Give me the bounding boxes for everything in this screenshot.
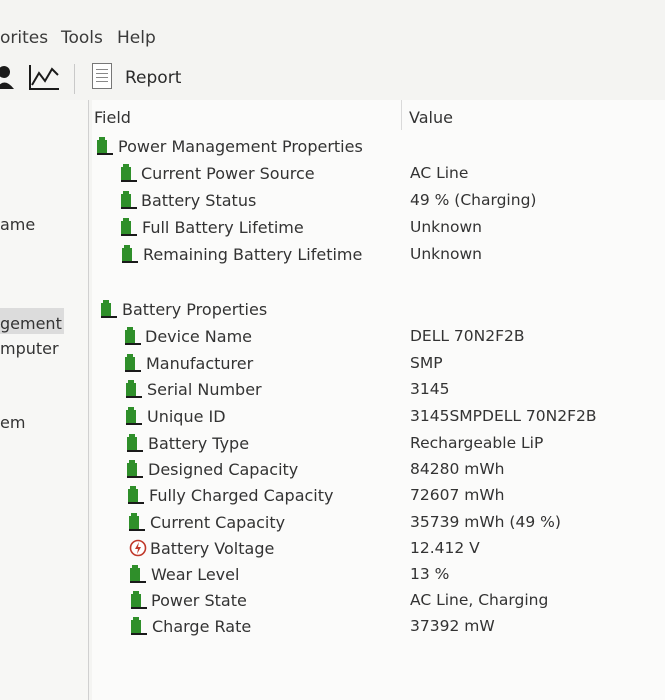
- table-row[interactable]: Battery Status 49 % (Charging): [92, 188, 665, 214]
- menu-help[interactable]: Help: [117, 28, 156, 48]
- field-value: 13 %: [410, 565, 450, 583]
- battery-icon: [120, 217, 138, 237]
- battery-icon: [124, 326, 142, 346]
- field-value: Rechargeable LiP: [410, 434, 544, 452]
- field-label: Battery Type: [148, 434, 250, 453]
- field-label: Power State: [151, 591, 247, 610]
- tree-item[interactable]: mputer: [0, 339, 59, 358]
- menu-bar: orites Tools Help: [0, 28, 665, 56]
- battery-icon: [96, 136, 114, 156]
- battery-icon: [129, 564, 147, 584]
- table-row[interactable]: Charge Rate 37392 mW: [92, 614, 665, 640]
- column-header-field[interactable]: Field: [94, 108, 131, 127]
- battery-icon: [120, 163, 138, 183]
- field-label: Designed Capacity: [148, 460, 299, 479]
- battery-icon: [130, 616, 148, 636]
- tree-item[interactable]: ame: [0, 215, 35, 234]
- field-value: 12.412 V: [410, 539, 480, 557]
- toolbar-separator: [74, 64, 75, 94]
- battery-icon: [126, 433, 144, 453]
- battery-icon: [125, 406, 143, 426]
- voltage-icon: [129, 538, 147, 558]
- section-title: Battery Properties: [122, 300, 268, 319]
- table-row[interactable]: Current Capacity 35739 mWh (49 %): [92, 510, 665, 536]
- table-row[interactable]: Manufacturer SMP: [92, 351, 665, 377]
- field-label: Battery Status: [141, 191, 257, 210]
- table-row[interactable]: Full Battery Lifetime Unknown: [92, 215, 665, 241]
- field-label: Fully Charged Capacity: [149, 486, 334, 505]
- report-button[interactable]: Report: [125, 68, 181, 88]
- battery-icon: [130, 590, 148, 610]
- column-header-value[interactable]: Value: [409, 108, 453, 127]
- field-label: Charge Rate: [152, 617, 252, 636]
- tree-item-selected[interactable]: gement: [0, 314, 62, 333]
- table-row[interactable]: Battery Type Rechargeable LiP: [92, 431, 665, 457]
- left-tree-pane: ame gement mputer em: [0, 100, 89, 700]
- chart-icon[interactable]: [28, 63, 60, 95]
- column-separator[interactable]: [401, 100, 402, 130]
- field-value: DELL 70N2F2B: [410, 327, 525, 345]
- battery-icon: [125, 379, 143, 399]
- battery-icon: [120, 190, 138, 210]
- field-label: Remaining Battery Lifetime: [143, 245, 363, 264]
- field-value: 3145SMPDELL 70N2F2B: [410, 407, 597, 425]
- section-title: Power Management Properties: [118, 137, 363, 156]
- battery-icon: [127, 485, 145, 505]
- field-value: AC Line: [410, 164, 469, 182]
- field-value: 37392 mW: [410, 617, 495, 635]
- menu-favorites[interactable]: orites: [0, 28, 48, 48]
- user-icon[interactable]: [0, 65, 16, 95]
- field-label: Device Name: [145, 327, 253, 346]
- field-value: 3145: [410, 380, 450, 398]
- battery-icon: [100, 299, 118, 319]
- field-value: 72607 mWh: [410, 486, 505, 504]
- field-value: Unknown: [410, 245, 482, 263]
- battery-icon: [121, 244, 139, 264]
- section-header-row[interactable]: Power Management Properties: [92, 134, 665, 160]
- report-icon[interactable]: [92, 63, 112, 89]
- field-value: 84280 mWh: [410, 460, 505, 478]
- field-label: Unique ID: [147, 407, 226, 426]
- field-value: SMP: [410, 354, 443, 372]
- table-row[interactable]: Remaining Battery Lifetime Unknown: [92, 242, 665, 268]
- field-value: Unknown: [410, 218, 482, 236]
- field-label: Current Capacity: [150, 513, 286, 532]
- battery-icon: [128, 512, 146, 532]
- tree-item[interactable]: em: [0, 413, 25, 432]
- table-row[interactable]: Device Name DELL 70N2F2B: [92, 324, 665, 350]
- menu-tools[interactable]: Tools: [61, 28, 103, 48]
- table-row[interactable]: Unique ID 3145SMPDELL 70N2F2B: [92, 404, 665, 430]
- section-header-row[interactable]: Battery Properties: [92, 297, 665, 323]
- property-grid: Field Value Power Management Properties …: [92, 100, 665, 700]
- table-row[interactable]: Battery Voltage 12.412 V: [92, 536, 665, 562]
- toolbar: Report: [0, 58, 665, 98]
- table-row[interactable]: Designed Capacity 84280 mWh: [92, 457, 665, 483]
- field-label: Wear Level: [151, 565, 240, 584]
- field-value: AC Line, Charging: [410, 591, 549, 609]
- field-label: Serial Number: [147, 380, 262, 399]
- field-value: 35739 mWh (49 %): [410, 513, 561, 531]
- table-row[interactable]: Power State AC Line, Charging: [92, 588, 665, 614]
- table-row[interactable]: Wear Level 13 %: [92, 562, 665, 588]
- table-row[interactable]: Fully Charged Capacity 72607 mWh: [92, 483, 665, 509]
- field-value: 49 % (Charging): [410, 191, 537, 209]
- field-label: Manufacturer: [146, 354, 254, 373]
- field-label: Battery Voltage: [150, 539, 275, 558]
- battery-icon: [124, 353, 142, 373]
- field-label: Full Battery Lifetime: [142, 218, 304, 237]
- table-row[interactable]: Serial Number 3145: [92, 377, 665, 403]
- battery-icon: [126, 459, 144, 479]
- table-row[interactable]: Current Power Source AC Line: [92, 161, 665, 187]
- field-label: Current Power Source: [141, 164, 315, 183]
